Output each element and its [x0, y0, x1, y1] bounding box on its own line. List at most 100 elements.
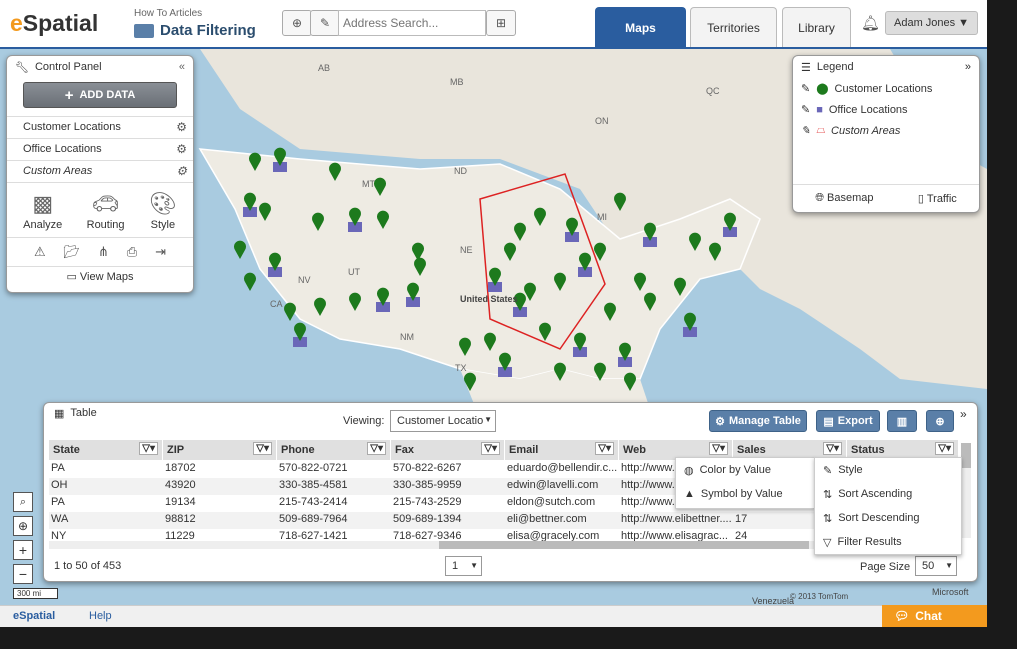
- filter-icon[interactable]: ▽▾: [709, 442, 728, 455]
- tab-territories[interactable]: Territories: [690, 7, 777, 47]
- menu-sort-ascending[interactable]: ⇅ Sort Ascending: [815, 482, 961, 506]
- table-cell: 215-743-2414: [279, 496, 348, 508]
- menu-symbol-by-value[interactable]: ▲ Symbol by Value: [676, 482, 814, 506]
- col-fax[interactable]: Fax ▽▾: [391, 440, 505, 460]
- col-zip[interactable]: ZIP ▽▾: [163, 440, 277, 460]
- gear-icon[interactable]: ⚙: [176, 164, 187, 178]
- legend-item-office[interactable]: ✎ ■ Office Locations: [793, 99, 979, 120]
- map-label-venezuela: Venezuela: [752, 596, 795, 605]
- chart-button[interactable]: ▥: [887, 410, 917, 432]
- filter-icon[interactable]: ▽▾: [367, 442, 386, 455]
- office-box-icon: ■: [816, 103, 823, 116]
- filter-icon[interactable]: ▽▾: [935, 442, 954, 455]
- app-logo[interactable]: eSpatial: [10, 10, 98, 37]
- style-tool[interactable]: 🎨︎ Style: [149, 191, 177, 231]
- scale-bar: 300 mi: [13, 588, 58, 599]
- palette-icon: 🎨︎: [148, 191, 177, 216]
- folder-icon[interactable]: 📂︎: [64, 244, 81, 260]
- address-search-input[interactable]: [338, 10, 486, 36]
- articles-link[interactable]: How To Articles: [134, 8, 202, 19]
- green-pin-icon: ⬤: [816, 83, 829, 95]
- filter-icon[interactable]: ▽▾: [595, 442, 614, 455]
- gear-icon[interactable]: ⚙: [176, 120, 187, 134]
- vertical-scrollbar[interactable]: [961, 443, 971, 538]
- column-options-menu: ✎ Style ⇅ Sort Ascending ⇅ Sort Descending …: [814, 457, 962, 555]
- view-maps-link[interactable]: ▭ View Maps: [7, 266, 193, 286]
- chevron-down-icon: ▼: [484, 415, 492, 424]
- chevron-down-icon: ▼: [470, 561, 478, 570]
- page-title: Data Filtering: [134, 22, 256, 39]
- col-phone[interactable]: Phone ▽▾: [277, 440, 391, 460]
- table-cell: 570-822-0721: [279, 462, 348, 474]
- legend-item-customer[interactable]: ✎ ⬤ Customer Locations: [793, 78, 979, 99]
- control-panel: 🔧︎ Control Panel « + ADD DATA Customer Loc…: [6, 55, 194, 293]
- table-cell: eduardo@bellendir.c...: [507, 462, 618, 474]
- menu-filter-results[interactable]: ▽ Filter Results: [815, 530, 961, 554]
- col-email[interactable]: Email ▽▾: [505, 440, 619, 460]
- zoom-out-button[interactable]: −: [13, 564, 33, 584]
- layer-customer-locations[interactable]: Customer Locations ⚙: [7, 116, 193, 138]
- page-size-label: Page Size: [860, 561, 911, 573]
- settings-icon: ⚙: [715, 415, 725, 428]
- zoom-area-button[interactable]: ⌕: [13, 492, 33, 512]
- table-cell: 98812: [165, 513, 196, 525]
- plus-icon: +: [18, 542, 28, 558]
- table-cell: 43920: [165, 479, 196, 491]
- zoom-in-button[interactable]: +: [13, 540, 33, 560]
- minus-icon: −: [18, 566, 28, 582]
- table-cell: OH: [51, 479, 68, 491]
- traffic-button[interactable]: ▯ Traffic: [918, 192, 957, 205]
- bell-icon[interactable]: 🔔︎: [861, 14, 880, 32]
- filter-icon[interactable]: ▽▾: [823, 442, 842, 455]
- area-icon: ⏢: [816, 124, 826, 136]
- table-cell: http://www.elibettner....: [621, 513, 732, 525]
- print-icon[interactable]: ⎙: [127, 244, 137, 260]
- menu-color-by-value[interactable]: ◍ Color by Value: [676, 458, 814, 482]
- map-add-button[interactable]: ⊞: [486, 10, 516, 36]
- layer-custom-areas[interactable]: Custom Areas ⚙: [7, 160, 193, 182]
- add-data-button[interactable]: + ADD DATA: [23, 82, 177, 108]
- help-link[interactable]: Help: [89, 610, 112, 622]
- car-icon: 🚗︎: [91, 191, 120, 216]
- filter-icon[interactable]: ▽▾: [481, 442, 500, 455]
- legend-header: ☰ Legend»: [801, 61, 971, 74]
- filter-icon[interactable]: ▽▾: [253, 442, 272, 455]
- filter-icon[interactable]: ▽▾: [139, 442, 158, 455]
- export-icon[interactable]: ⇥: [155, 244, 166, 260]
- export-icon: ▤: [823, 415, 834, 428]
- expand-icon[interactable]: »: [965, 61, 971, 73]
- chat-button[interactable]: 💬︎ Chat: [882, 605, 987, 627]
- share-icon[interactable]: ⋔: [98, 244, 109, 260]
- layer-office-locations[interactable]: Office Locations ⚙: [7, 138, 193, 160]
- menu-style[interactable]: ✎ Style: [815, 458, 961, 482]
- plus-icon: +: [64, 86, 74, 104]
- collapse-icon[interactable]: «: [179, 61, 185, 73]
- user-menu[interactable]: Adam Jones ▼: [885, 11, 978, 35]
- page-size-select[interactable]: 50 ▼: [915, 556, 957, 576]
- page-select[interactable]: 1 ▼: [445, 556, 482, 576]
- gear-icon[interactable]: ⚙: [176, 142, 187, 156]
- add-pin-button[interactable]: ⊕: [926, 410, 954, 432]
- warning-icon[interactable]: ⚠: [34, 244, 46, 260]
- analyze-tool[interactable]: ▩ Analyze: [23, 191, 62, 231]
- globe-icon: 🌐︎: [815, 192, 828, 204]
- locate-button[interactable]: ⊕: [13, 516, 33, 536]
- viewing-select[interactable]: Customer Locatio ▼: [390, 410, 496, 432]
- menu-sort-descending[interactable]: ⇅ Sort Descending: [815, 506, 961, 530]
- manage-table-button[interactable]: ⚙ Manage Table: [709, 410, 807, 432]
- table-cell: 509-689-1394: [393, 513, 462, 525]
- expand-icon[interactable]: »: [960, 407, 967, 421]
- legend-item-areas[interactable]: ✎ ⏢ Custom Areas: [793, 120, 979, 141]
- map-label-qc: QC: [706, 86, 720, 96]
- footer-brand[interactable]: eSpatial: [13, 610, 55, 622]
- tab-library[interactable]: Library: [782, 7, 851, 47]
- basemap-button[interactable]: 🌐︎ Basemap: [815, 192, 873, 205]
- chevron-down-icon: ▼: [958, 17, 969, 29]
- tab-maps[interactable]: Maps: [595, 7, 686, 47]
- routing-tool[interactable]: 🚗︎ Routing: [87, 191, 125, 231]
- col-state[interactable]: State ▽▾: [49, 440, 163, 460]
- add-location-button[interactable]: ⊕: [282, 10, 312, 36]
- map-icon: [134, 23, 154, 38]
- comment-button[interactable]: ✎: [310, 10, 340, 36]
- export-button[interactable]: ▤ Export: [816, 410, 880, 432]
